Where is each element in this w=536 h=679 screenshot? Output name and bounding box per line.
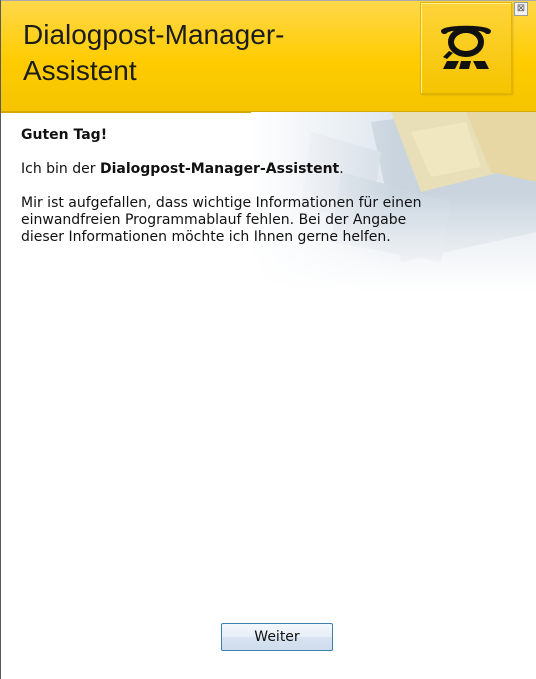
assistant-window: Dialogpost-Manager- Assistent ⊠ Guten Ta… — [0, 0, 536, 679]
content-area: Guten Tag! Ich bin der Dialogpost-Manage… — [21, 127, 521, 246]
next-button[interactable]: Weiter — [221, 623, 333, 651]
assistant-name: Dialogpost-Manager-Assistent — [99, 161, 340, 177]
intro-prefix: Ich bin der — [21, 161, 100, 177]
info-text: Mir ist aufgefallen, dass wichtige Infor… — [21, 195, 422, 245]
post-horn-icon — [441, 25, 491, 69]
intro-text: Ich bin der Dialogpost-Manager-Assistent… — [21, 161, 521, 178]
deutsche-post-logo — [420, 2, 512, 94]
header-bar: Dialogpost-Manager- Assistent ⊠ — [1, 0, 536, 113]
window-title: Dialogpost-Manager- Assistent — [23, 19, 285, 86]
close-button[interactable]: ⊠ — [514, 2, 528, 16]
greeting-text: Guten Tag! — [21, 127, 108, 143]
intro-suffix: . — [339, 161, 344, 177]
